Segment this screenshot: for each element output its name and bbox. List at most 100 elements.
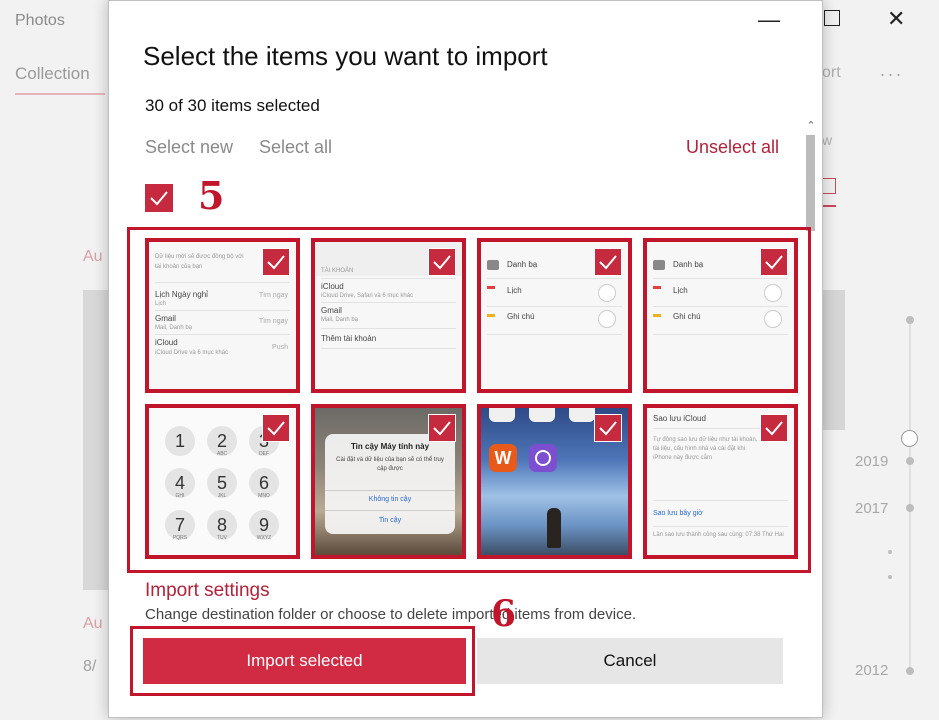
thumbnail-item[interactable]: TÀI KHOẢN iCloud iCloud Drive, Safari và…	[311, 238, 466, 393]
divider	[325, 510, 455, 511]
timeline-dot	[906, 504, 914, 512]
timeline-year[interactable]: 2012	[855, 662, 888, 679]
notes-icon	[653, 314, 661, 317]
timeline-scrubber[interactable]	[909, 320, 911, 670]
timeline-year[interactable]: 2017	[855, 500, 888, 517]
timeline-dot	[906, 316, 914, 324]
annotation-step-5: 5	[198, 173, 225, 218]
more-options-icon[interactable]: ...	[880, 60, 904, 81]
divider	[653, 278, 788, 279]
date-label: 8/	[83, 658, 97, 675]
thumb-link: Sao lưu bây giờ	[653, 510, 703, 517]
item-checkbox[interactable]	[262, 248, 290, 276]
thumb-text: iCloud Drive và 6 mục khác	[155, 350, 229, 356]
select-all-link[interactable]: Select all	[259, 137, 332, 158]
thumb-text: Danh bạ	[507, 260, 538, 269]
thumb-text: Ghi chú	[673, 312, 701, 321]
thumb-text: Gmail	[321, 306, 342, 315]
checkmark-icon	[267, 421, 285, 436]
keypad-key: 1	[165, 426, 195, 456]
annotation-step-6: 6	[491, 593, 517, 635]
alert-button: Tin cậy	[378, 517, 402, 524]
divider	[487, 334, 622, 335]
thumb-text: Tìm ngay	[258, 292, 288, 299]
checkmark-icon	[267, 255, 285, 270]
checkmark-icon	[599, 421, 617, 436]
keypad-key: 4 GHI	[165, 468, 195, 499]
contacts-icon	[487, 260, 499, 270]
thumbnail-item[interactable]: 1 2ABC 3DEF 4GHI 5JKL 6MNO 7PQRS 8TUV 9W…	[145, 404, 300, 559]
thumb-text: Lịch	[507, 286, 522, 295]
scrollbar-thumb[interactable]	[806, 135, 815, 231]
thumb-text: iCloud	[321, 282, 344, 291]
thumb-text: Thêm tài khoản	[321, 334, 377, 343]
timeline-dot	[888, 550, 892, 554]
alert-button: Không tin cậy	[368, 496, 412, 503]
thumb-text: Sao lưu iCloud	[653, 414, 706, 423]
thumbnail-item[interactable]: Danh bạ Lịch Ghi chú	[477, 238, 632, 393]
import-selected-button[interactable]: Import selected	[143, 638, 466, 684]
unselect-all-link[interactable]: Unselect all	[686, 137, 779, 158]
import-dialog: — Select the items you want to import 30…	[108, 0, 823, 718]
calendar-icon	[653, 286, 661, 289]
item-checkbox[interactable]	[262, 414, 290, 442]
thumb-text: iCloud	[155, 338, 178, 347]
viber-icon	[529, 444, 557, 472]
tab-collection[interactable]: Collection	[15, 64, 90, 84]
thumb-text: Tự động sao lưu dữ liệu như tài khoản, t…	[653, 437, 758, 461]
item-checkbox[interactable]	[760, 414, 788, 442]
keypad-key: 8 TUV	[207, 510, 237, 541]
section-label: Au	[83, 248, 103, 265]
checkmark-icon	[599, 255, 617, 270]
checkmark-icon	[150, 191, 168, 206]
thumbnail-item[interactable]: Tin cậy Máy tính này Cài đặt và dữ liệu …	[311, 404, 466, 559]
thumbnail-item[interactable]: W	[477, 404, 632, 559]
thumb-text: Ghi chú	[507, 312, 535, 321]
thumbnail-item[interactable]: Danh bạ Lịch Ghi chú	[643, 238, 798, 393]
thumb-text: tài khoản của bạn	[155, 264, 203, 270]
thumb-text: Lần sao lưu thành công sau cùng: 07:38 T…	[653, 532, 784, 538]
timeline-dot	[888, 575, 892, 579]
section-label: Au	[83, 615, 103, 632]
timeline-knob[interactable]	[901, 430, 918, 447]
dialog-title: Select the items you want to import	[143, 41, 548, 71]
thumb-text: Tìm ngay	[258, 318, 288, 325]
thumb-text: Danh bạ	[673, 260, 704, 269]
view-label: w	[822, 132, 833, 148]
item-checkbox[interactable]	[428, 414, 456, 442]
select-all-checkbox[interactable]	[145, 184, 173, 212]
thumbnail-item[interactable]: Dữ liệu mới sẽ được đồng bộ với tài khoả…	[145, 238, 300, 393]
notes-icon	[487, 314, 495, 317]
contacts-icon	[653, 260, 665, 270]
item-checkbox[interactable]	[428, 248, 456, 276]
thumbnail-grid: Dữ liệu mới sẽ được đồng bộ với tài khoả…	[127, 227, 811, 573]
timeline-dot	[906, 667, 914, 675]
grid-view-icon[interactable]	[822, 178, 836, 194]
toggle-switch	[764, 284, 782, 302]
select-new-link[interactable]: Select new	[145, 137, 233, 158]
close-icon[interactable]: ✕	[887, 6, 905, 32]
import-settings-link[interactable]: Import settings	[145, 580, 270, 602]
maximize-icon[interactable]	[824, 10, 840, 26]
keypad-key: 6 MNO	[249, 468, 279, 499]
app-title: Photos	[15, 12, 65, 29]
scroll-up-arrow[interactable]: ⌃	[805, 119, 817, 133]
timeline-year[interactable]: 2019	[855, 453, 888, 470]
divider	[653, 306, 788, 307]
checkmark-icon	[765, 421, 783, 436]
divider	[321, 328, 456, 329]
alert-body: Cài đặt và dữ liệu của bạn sẽ có thể tru…	[336, 457, 444, 472]
thumb-text: TÀI KHOẢN	[321, 268, 354, 274]
minimize-icon[interactable]: —	[758, 7, 780, 33]
app-icon: W	[489, 444, 517, 472]
item-checkbox[interactable]	[594, 414, 622, 442]
keypad-key: 7 PQRS	[165, 510, 195, 541]
import-button[interactable]: ort	[822, 64, 841, 82]
divider	[487, 306, 622, 307]
item-checkbox[interactable]	[760, 248, 788, 276]
cancel-button[interactable]: Cancel	[477, 638, 783, 684]
item-checkbox[interactable]	[594, 248, 622, 276]
divider	[325, 490, 455, 491]
thumbnail-item[interactable]: Sao lưu iCloud Tự động sao lưu dữ liệu n…	[643, 404, 798, 559]
divider	[653, 334, 788, 335]
